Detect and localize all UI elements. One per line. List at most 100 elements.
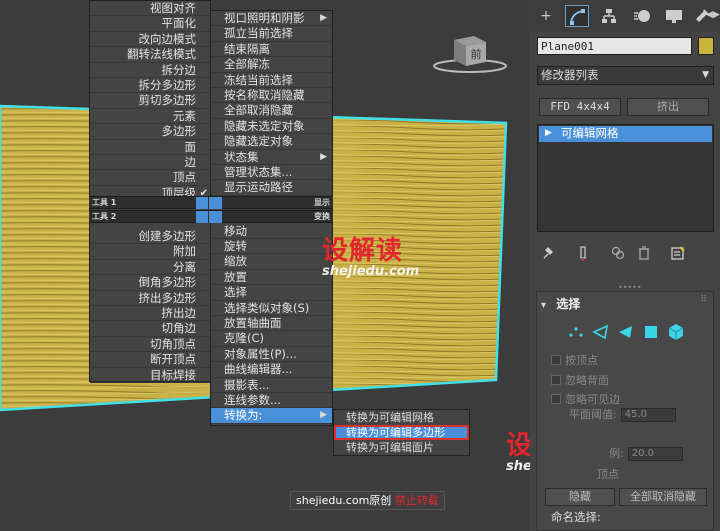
menu-item[interactable]: 显示运动路径	[211, 180, 332, 196]
chevron-left-icon[interactable]: ◀	[706, 10, 713, 20]
trash-icon[interactable]	[636, 246, 652, 264]
stack-toolbar	[530, 246, 720, 266]
menu-item[interactable]: 冻结当前选择	[211, 73, 332, 88]
viewcube-widget[interactable]: 前	[430, 30, 510, 78]
menu-item[interactable]: 元素	[90, 109, 210, 125]
menu-item[interactable]: 孤立当前选择	[211, 26, 332, 42]
configure-sets-icon[interactable]	[670, 246, 686, 264]
menu-item[interactable]: 缩放	[211, 254, 332, 270]
object-color-swatch[interactable]	[698, 37, 714, 55]
menu-item[interactable]: 对象属性(P)...	[211, 346, 332, 363]
selection-rollout-header[interactable]: ▾ 选择	[541, 295, 580, 312]
menu-item[interactable]: 目标焊接	[90, 368, 210, 383]
show-end-result-icon[interactable]	[575, 246, 591, 264]
menu-item[interactable]: 边	[90, 155, 210, 171]
rollout-grip-icon[interactable]: ⠿	[700, 295, 707, 305]
menu-item[interactable]: 克隆(C)	[211, 331, 332, 347]
quad-center-button[interactable]	[196, 197, 222, 209]
ignore-visible-edges-checkbox[interactable]: 忽略可见边	[551, 391, 620, 407]
unhide-all-button[interactable]: 全部取消隐藏	[619, 488, 707, 506]
menu-item[interactable]: 平面化	[90, 16, 210, 32]
menu-item[interactable]: 放置	[211, 270, 332, 286]
menu-item[interactable]: 隐藏未选定对象	[211, 119, 332, 135]
menu-item[interactable]: 移动	[211, 224, 332, 240]
menu-item[interactable]: 面	[90, 140, 210, 155]
quad-center-button[interactable]	[196, 211, 222, 223]
chevron-right-icon[interactable]: ▶	[713, 10, 720, 20]
menu-item[interactable]: 隐藏选定对象	[211, 134, 332, 150]
menu-item[interactable]: 视图对齐	[90, 1, 210, 17]
menu-item[interactable]: 分离	[90, 260, 210, 276]
menu-item[interactable]: 管理状态集...	[211, 165, 332, 181]
scale-value[interactable]: 20.0	[627, 447, 683, 461]
menu-item[interactable]: 挤出多边形	[90, 290, 210, 307]
extrude-button[interactable]: 挤出	[627, 98, 709, 116]
menu-item[interactable]: 放置轴曲面	[211, 316, 332, 332]
menu-item[interactable]: 翻转法线模式	[90, 47, 210, 63]
checkbox-box[interactable]	[551, 355, 561, 365]
menu-item[interactable]: 拆分边	[90, 63, 210, 78]
plus-icon[interactable]: +	[534, 5, 558, 27]
modify-icon[interactable]	[565, 5, 589, 27]
collapse-icon[interactable]: ▾	[541, 300, 546, 311]
menu-item[interactable]: 选择	[211, 285, 332, 301]
submenu-item[interactable]: 转换为可编辑多边形	[334, 425, 469, 440]
motion-icon[interactable]	[630, 5, 654, 27]
hide-button[interactable]: 隐藏	[545, 488, 615, 506]
submenu-item[interactable]: 转换为可编辑面片	[334, 440, 469, 455]
menu-item[interactable]: 选择类似对象(S)	[211, 301, 332, 317]
menu-item-label: 对象属性(P)...	[224, 346, 297, 361]
menu-item-label: 全部解冻	[224, 57, 270, 72]
ignore-backfacing-checkbox[interactable]: 忽略背面	[551, 372, 609, 388]
object-name-field[interactable]: Plane001	[537, 37, 692, 55]
planar-threshold-value[interactable]: 45.0	[620, 408, 676, 422]
edge-level-icon[interactable]	[591, 322, 611, 342]
planar-threshold-spinner[interactable]: 平面阈值: 45.0	[569, 406, 676, 422]
scale-spinner[interactable]: 例: 20.0	[609, 445, 683, 461]
menu-item[interactable]: 剪切多边形	[90, 93, 210, 109]
menu-item[interactable]: 改向边模式	[90, 32, 210, 48]
menu-item[interactable]: 摄影表...	[211, 378, 332, 393]
quad-bar-tools1: 工具 1 显示	[89, 196, 333, 209]
element-level-icon[interactable]	[666, 322, 686, 342]
menu-item[interactable]: 顶点	[90, 170, 210, 186]
modifier-stack[interactable]: ▶ 可编辑网格	[537, 124, 714, 232]
menu-item[interactable]: 挤出边	[90, 306, 210, 322]
hierarchy-icon[interactable]	[597, 5, 621, 27]
checkbox-box[interactable]	[551, 375, 561, 385]
menu-item[interactable]: 切角顶点	[90, 337, 210, 353]
menu-item[interactable]: 旋转	[211, 239, 332, 255]
menu-item[interactable]: 拆分多边形	[90, 78, 210, 94]
submenu-item[interactable]: 转换为可编辑网格	[334, 410, 469, 425]
menu-item[interactable]: 全部解冻	[211, 57, 332, 73]
vertex-level-icon[interactable]	[566, 322, 586, 342]
watermark-url: shejiedu.com	[322, 264, 420, 279]
menu-item[interactable]: 曲线编辑器...	[211, 362, 332, 378]
menu-item[interactable]: 断开顶点	[90, 352, 210, 368]
menu-item[interactable]: 状态集 ▶	[211, 150, 332, 165]
polygon-level-icon[interactable]	[641, 322, 661, 342]
display-icon[interactable]	[662, 5, 686, 27]
menu-item[interactable]: 视口照明和阴影 ▶	[211, 11, 332, 27]
menu-item[interactable]: 附加	[90, 244, 210, 260]
quad-bar-label: 变换	[314, 212, 330, 221]
modifier-list-dropdown[interactable]: 修改器列表 ▼	[537, 66, 714, 85]
menu-item[interactable]: 结束隔离	[211, 42, 332, 58]
checkbox-box[interactable]	[551, 394, 561, 404]
menu-item[interactable]: 多边形	[90, 124, 210, 140]
menu-item-label: 挤出多边形	[138, 290, 197, 305]
menu-item[interactable]: 全部取消隐藏	[211, 103, 332, 119]
menu-item[interactable]: 创建多边形	[90, 229, 210, 245]
pin-stack-icon[interactable]	[540, 246, 556, 264]
menu-item[interactable]: 按名称取消隐藏	[211, 88, 332, 104]
menu-item[interactable]: 转换为: ▶	[211, 408, 332, 424]
menu-item[interactable]: 切角边	[90, 321, 210, 337]
expand-triangle-icon[interactable]: ▶	[545, 126, 552, 141]
face-level-icon[interactable]	[616, 322, 636, 342]
stack-item-editable-mesh[interactable]: ▶ 可编辑网格	[539, 126, 712, 142]
make-unique-icon[interactable]	[610, 246, 626, 264]
menu-item[interactable]: 连线参数...	[211, 393, 332, 409]
by-vertex-checkbox[interactable]: 按顶点	[551, 352, 598, 368]
ffd-button[interactable]: FFD 4x4x4	[539, 98, 621, 116]
menu-item[interactable]: 倒角多边形	[90, 275, 210, 291]
